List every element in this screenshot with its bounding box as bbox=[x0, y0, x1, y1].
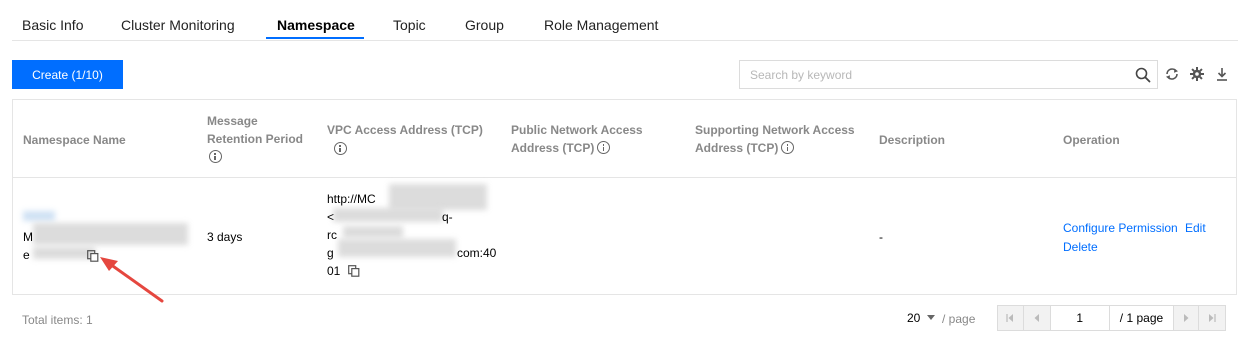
redacted-block bbox=[33, 247, 95, 259]
redacted-block bbox=[23, 211, 55, 221]
tab-role-management[interactable]: Role Management bbox=[544, 17, 658, 33]
tab-bar: Basic Info Cluster Monitoring Namespace … bbox=[12, 0, 1238, 41]
table-row: M e 3 days http://MC < q- rc g com:40 01… bbox=[13, 179, 1236, 295]
vpc-address-fragment: rc bbox=[327, 228, 337, 242]
total-items: Total items: 1 bbox=[22, 313, 93, 327]
header-retention-line2: Retention Period bbox=[207, 132, 304, 146]
vpc-address-tail: 01 bbox=[327, 264, 341, 278]
redacted-block bbox=[333, 208, 443, 222]
namespace-table: Namespace Name Message Retention Period … bbox=[12, 99, 1237, 295]
search-icon[interactable] bbox=[1135, 67, 1151, 83]
header-retention: Message Retention Period bbox=[207, 112, 303, 166]
tab-namespace[interactable]: Namespace bbox=[277, 17, 355, 33]
last-page-button[interactable] bbox=[1199, 306, 1225, 330]
total-pages-label: / 1 page bbox=[1119, 311, 1164, 325]
header-supporting-address: Supporting Network Access Address (TCP) bbox=[695, 121, 855, 157]
settings-gear-icon[interactable] bbox=[1189, 66, 1205, 82]
first-page-button[interactable] bbox=[998, 306, 1024, 330]
download-icon[interactable] bbox=[1214, 66, 1230, 82]
header-vpc-label: VPC Access Address (TCP) bbox=[327, 123, 483, 137]
active-tab-indicator bbox=[266, 37, 364, 39]
header-support-line2: Address (TCP) bbox=[695, 141, 779, 155]
first-page-icon bbox=[1006, 314, 1014, 322]
vpc-address-fragment: < bbox=[327, 210, 335, 224]
delete-link[interactable]: Delete bbox=[1063, 238, 1098, 256]
retention-period: 3 days bbox=[207, 230, 243, 244]
next-page-button[interactable] bbox=[1173, 306, 1200, 330]
header-vpc-address: VPC Access Address (TCP) bbox=[327, 121, 483, 158]
header-public-address: Public Network Access Address (TCP) bbox=[511, 121, 643, 157]
tab-topic[interactable]: Topic bbox=[393, 17, 426, 33]
page-number-input[interactable] bbox=[1049, 306, 1110, 330]
vpc-address-fragment: q- bbox=[442, 210, 453, 224]
header-operation: Operation bbox=[1063, 133, 1120, 147]
chevron-right-icon bbox=[1184, 314, 1189, 322]
info-icon[interactable] bbox=[597, 141, 611, 154]
info-icon[interactable] bbox=[781, 141, 795, 154]
header-description: Description bbox=[879, 133, 946, 147]
configure-permission-link[interactable]: Configure Permission bbox=[1063, 219, 1178, 237]
description-value: - bbox=[879, 230, 883, 244]
namespace-name-fragment: e bbox=[23, 248, 30, 262]
last-page-icon bbox=[1209, 314, 1216, 322]
redacted-block bbox=[338, 239, 456, 257]
header-support-line1: Supporting Network Access bbox=[695, 123, 855, 137]
vpc-address-fragment: 01 bbox=[327, 262, 360, 280]
header-public-line2: Address (TCP) bbox=[511, 141, 595, 155]
search-input[interactable] bbox=[750, 61, 1130, 88]
pagination: / 1 page bbox=[997, 305, 1226, 331]
header-public-line1: Public Network Access bbox=[511, 123, 643, 137]
refresh-icon[interactable] bbox=[1164, 66, 1180, 82]
vpc-address-fragment: http://MC bbox=[327, 192, 376, 206]
caret-down-icon bbox=[926, 315, 935, 320]
edit-link[interactable]: Edit bbox=[1185, 219, 1206, 237]
tab-group[interactable]: Group bbox=[465, 17, 504, 33]
namespace-name-fragment: M bbox=[23, 230, 33, 244]
prev-page-button[interactable] bbox=[1023, 306, 1050, 330]
header-namespace-name: Namespace Name bbox=[23, 133, 126, 147]
redacted-block bbox=[343, 226, 403, 238]
create-button[interactable]: Create (1/10) bbox=[12, 60, 123, 89]
tab-cluster-monitoring[interactable]: Cluster Monitoring bbox=[121, 17, 235, 33]
vpc-address-fragment: com:40 bbox=[457, 246, 497, 260]
per-page-label: / page bbox=[942, 312, 976, 326]
search-box bbox=[739, 60, 1158, 89]
chevron-left-icon bbox=[1034, 314, 1039, 322]
header-retention-line1: Message bbox=[207, 114, 258, 128]
page-size-select[interactable]: 20 bbox=[907, 311, 935, 325]
info-icon[interactable] bbox=[334, 142, 347, 155]
table-header: Namespace Name Message Retention Period … bbox=[13, 100, 1236, 178]
vpc-address-fragment: g bbox=[327, 246, 334, 260]
annotation-arrow bbox=[100, 257, 164, 303]
redacted-block bbox=[33, 223, 188, 245]
tab-basic-info[interactable]: Basic Info bbox=[22, 17, 83, 33]
page-size-value: 20 bbox=[907, 311, 921, 325]
copy-icon[interactable] bbox=[347, 265, 360, 277]
redacted-block bbox=[389, 184, 487, 210]
info-icon[interactable] bbox=[209, 150, 222, 163]
